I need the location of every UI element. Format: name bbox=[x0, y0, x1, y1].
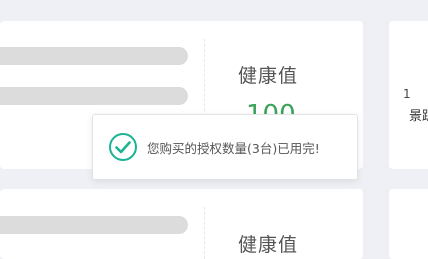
toast-message: 您购买的授权数量(3台)已用完! bbox=[147, 140, 320, 156]
check-circle-icon bbox=[109, 133, 137, 161]
side-card-number: 1 bbox=[403, 87, 411, 101]
device-card[interactable]: 健康值 bbox=[0, 189, 363, 259]
toast-notification: 您购买的授权数量(3台)已用完! bbox=[92, 114, 358, 180]
side-card-label: 景趴 bbox=[409, 109, 428, 124]
skeleton-line bbox=[0, 47, 188, 65]
health-label: 健康值 bbox=[238, 234, 299, 256]
skeleton-line bbox=[0, 216, 188, 234]
card-divider bbox=[204, 207, 205, 259]
health-label: 健康值 bbox=[238, 65, 299, 87]
side-card[interactable]: 1 景趴 bbox=[389, 21, 428, 169]
skeleton-line bbox=[0, 87, 188, 105]
side-card[interactable] bbox=[389, 189, 428, 259]
